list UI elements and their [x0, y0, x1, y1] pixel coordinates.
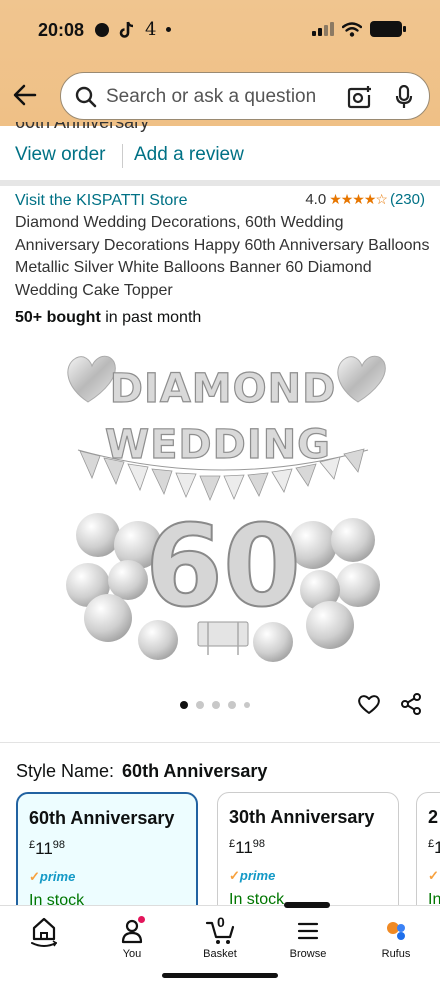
carousel-dot[interactable] — [180, 701, 188, 709]
prime-text: prime — [239, 868, 276, 883]
product-image[interactable]: DIAMOND WEDDING 60 — [58, 340, 388, 665]
status-bar: 20:08 4 — [0, 0, 440, 64]
style-name-label: Style Name: 60th Anniversary — [16, 761, 267, 782]
nav-home[interactable] — [4, 916, 84, 948]
rating-count[interactable]: (230) — [390, 191, 425, 208]
prime-check-icon: ✓ — [29, 869, 40, 884]
price-whole: 11 — [235, 838, 253, 857]
home-indicator — [162, 973, 278, 978]
menu-icon — [297, 922, 319, 940]
divider — [122, 144, 123, 168]
cake-topper — [197, 621, 249, 655]
option-price: £1198 — [29, 839, 65, 859]
dot-icon — [166, 27, 172, 32]
rating-value: 4.0 — [305, 191, 327, 208]
prime-badge: ✓ — [428, 868, 439, 884]
number-60-balloon: 60 — [145, 502, 301, 632]
header: 20:08 4 Search or ask a question — [0, 0, 440, 126]
basket-count: 0 — [217, 914, 225, 930]
bought-in-past-month: 50+ bought in past month — [15, 309, 201, 327]
notification-badge-dot — [138, 916, 145, 923]
status-icons-left: 4 — [95, 19, 172, 40]
product-title: Diamond Wedding Decorations, 60th Weddin… — [15, 214, 430, 299]
search-input[interactable]: Search or ask a question — [106, 86, 316, 108]
price-whole: 11 — [35, 839, 53, 858]
style-option-60th[interactable]: 60th Anniversary £1198 ✓prime In stock — [16, 792, 198, 922]
option-price: £1198 — [229, 838, 265, 858]
order-actions: View order Add a review — [0, 140, 440, 174]
nav-basket[interactable]: 0 Basket — [180, 914, 260, 960]
rating-summary[interactable]: 4.0 ★★★★☆ (230) — [305, 191, 425, 208]
heart-balloon-right — [337, 355, 386, 403]
nav-label: Basket — [203, 948, 237, 960]
active-tab-indicator — [284, 902, 330, 908]
option-name: 2 — [428, 807, 439, 827]
nav-label: Browse — [289, 948, 327, 960]
share-icon[interactable] — [399, 692, 423, 716]
balloon-letters-line1: DIAMOND — [110, 366, 337, 412]
home-icon — [31, 917, 58, 947]
carousel-dot[interactable] — [212, 701, 220, 709]
bought-suffix: in past month — [100, 309, 202, 326]
notification-4-icon: 4 — [145, 19, 157, 40]
nav-you[interactable]: You — [92, 916, 172, 960]
style-selected-value: 60th Anniversary — [122, 761, 268, 781]
tiktok-icon — [119, 21, 134, 38]
prime-badge: ✓prime — [229, 868, 275, 884]
record-dot-icon — [95, 22, 109, 37]
nav-rufus[interactable]: Rufus — [356, 916, 436, 960]
bought-count: 50+ bought — [15, 309, 101, 326]
add-review-link[interactable]: Add a review — [134, 144, 244, 166]
prime-text: prime — [39, 869, 76, 884]
price-fraction: 98 — [52, 839, 66, 851]
heart-balloon-left — [67, 355, 116, 403]
option-name: 60th Anniversary — [29, 808, 175, 828]
style-option-partial[interactable]: 2 £1 ✓ In — [416, 792, 440, 922]
section-divider — [0, 742, 440, 743]
camera-lens-icon[interactable] — [347, 85, 373, 109]
option-name: 30th Anniversary — [229, 807, 375, 827]
battery-icon — [370, 21, 406, 37]
rufus-icon — [387, 922, 405, 940]
view-order-link[interactable]: View order — [15, 144, 105, 166]
section-divider — [0, 180, 440, 186]
option-price: £1 — [428, 838, 440, 858]
carousel-dot[interactable] — [244, 702, 250, 708]
back-arrow-icon[interactable] — [12, 82, 38, 108]
search-icon — [75, 86, 97, 108]
price-fraction: 98 — [252, 838, 266, 850]
search-bar[interactable]: Search or ask a question — [60, 72, 430, 120]
image-carousel-dots[interactable] — [180, 701, 250, 709]
microphone-icon[interactable] — [395, 85, 413, 109]
prime-check-icon: ✓ — [428, 868, 439, 883]
wifi-icon — [342, 21, 362, 37]
nav-label: Rufus — [381, 948, 411, 960]
price-whole: 1 — [434, 838, 440, 857]
clock: 20:08 — [38, 20, 85, 40]
carousel-dot[interactable] — [228, 701, 236, 709]
nav-browse[interactable]: Browse — [268, 916, 348, 960]
store-link[interactable]: Visit the KISPATTI Store — [15, 192, 188, 210]
prime-badge: ✓prime — [29, 869, 75, 885]
heart-icon[interactable] — [357, 692, 381, 716]
carousel-dot[interactable] — [196, 701, 204, 709]
star-rating-icon: ★★★★☆ — [329, 191, 388, 207]
status-icons-right — [312, 21, 406, 37]
signal-icon — [312, 22, 334, 36]
prime-check-icon: ✓ — [229, 868, 240, 883]
nav-label: You — [122, 948, 142, 960]
style-label-text: Style Name: — [16, 761, 115, 781]
balloon-letters-line2: WEDDING — [105, 422, 331, 468]
